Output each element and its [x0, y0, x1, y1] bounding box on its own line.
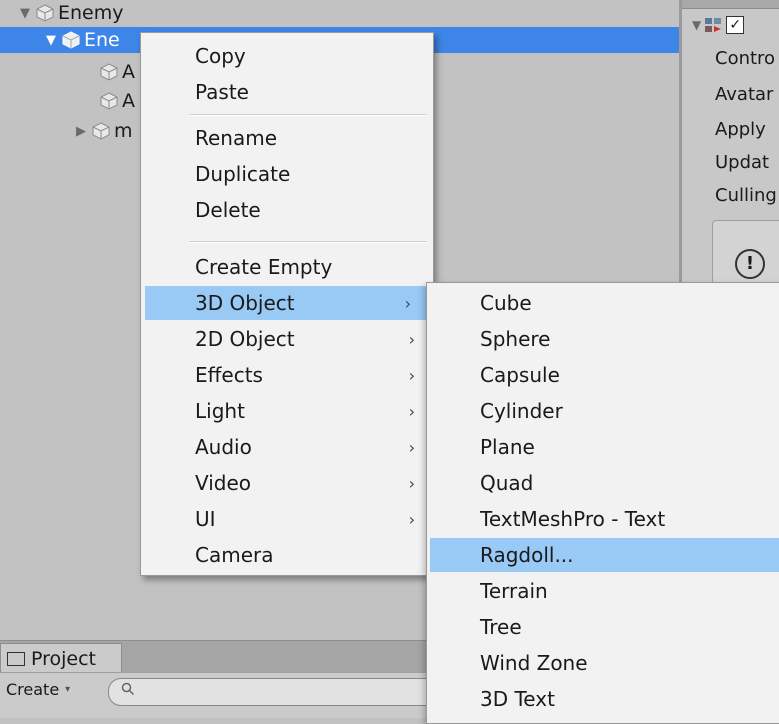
submenu-item-textmeshpro-text[interactable]: TextMeshPro - Text — [427, 502, 779, 536]
create-label: Create — [6, 680, 60, 699]
menu-item-3d-object[interactable]: 3D Object › — [145, 286, 429, 320]
menu-item-paste[interactable]: Paste — [141, 75, 433, 109]
project-search-input[interactable] — [108, 678, 440, 706]
inspector-field-label: Contro — [715, 48, 776, 69]
hierarchy-item-enemy-root[interactable]: ▼ Enemy — [18, 0, 124, 26]
inspector-header — [682, 0, 779, 9]
submenu-arrow-icon: › — [408, 509, 415, 529]
component-enabled-checkbox[interactable]: ✓ — [726, 16, 745, 34]
context-menu: Copy Paste Rename Duplicate Delete Creat… — [140, 32, 434, 576]
menu-item-label: Light — [195, 399, 245, 423]
hierarchy-item-label: A — [122, 61, 135, 83]
dropdown-arrow-icon: ▾ — [65, 684, 71, 695]
create-dropdown-button[interactable]: Create ▾ — [6, 680, 70, 699]
menu-item-label: Terrain — [480, 579, 548, 603]
hierarchy-item-child-m[interactable]: ▶ m — [74, 118, 133, 144]
submenu-arrow-icon: › — [408, 401, 415, 421]
menu-item-audio[interactable]: Audio › — [141, 430, 433, 464]
tab-project[interactable]: Project — [0, 643, 122, 673]
menu-item-label: Ragdoll... — [480, 543, 574, 567]
menu-item-camera[interactable]: Camera — [141, 538, 433, 572]
inspector-field-label: Avatar — [715, 84, 774, 105]
menu-item-light[interactable]: Light › — [141, 394, 433, 428]
gameobject-cube-icon — [100, 92, 118, 110]
menu-item-label: Copy — [195, 44, 246, 68]
menu-item-2d-object[interactable]: 2D Object › — [141, 322, 433, 356]
menu-item-video[interactable]: Video › — [141, 466, 433, 500]
menu-item-label: Paste — [195, 80, 249, 104]
hierarchy-item-label: Enemy — [58, 2, 124, 24]
menu-item-label: 3D Text — [480, 687, 555, 711]
hierarchy-item-child-a2[interactable]: A — [96, 88, 135, 114]
menu-item-label: Tree — [480, 615, 522, 639]
submenu-item-sphere[interactable]: Sphere — [427, 322, 779, 356]
search-icon — [121, 682, 135, 700]
menu-separator — [189, 114, 427, 116]
menu-item-label: Video — [195, 471, 252, 495]
gameobject-cube-icon — [100, 63, 118, 81]
menu-item-delete[interactable]: Delete — [141, 193, 433, 227]
submenu-item-plane[interactable]: Plane — [427, 430, 779, 464]
menu-item-ui[interactable]: UI › — [141, 502, 433, 536]
gameobject-cube-icon — [62, 31, 80, 49]
gameobject-cube-icon — [92, 122, 110, 140]
menu-item-label: TextMeshPro - Text — [480, 507, 666, 531]
info-warning-icon: ! — [735, 249, 765, 279]
submenu-arrow-icon: › — [408, 473, 415, 493]
submenu-arrow-icon: › — [404, 293, 411, 313]
tab-label: Project — [31, 647, 97, 670]
inspector-field-label: Apply — [715, 119, 766, 140]
menu-item-create-empty[interactable]: Create Empty — [141, 250, 433, 284]
menu-item-rename[interactable]: Rename — [141, 121, 433, 155]
menu-item-label: Cylinder — [480, 399, 563, 423]
submenu-3d-object: Cube Sphere Capsule Cylinder Plane Quad … — [426, 282, 779, 724]
menu-separator — [189, 241, 427, 243]
menu-item-label: Wind Zone — [480, 651, 588, 675]
submenu-arrow-icon: › — [408, 329, 415, 349]
menu-item-label: Cube — [480, 291, 532, 315]
submenu-item-cylinder[interactable]: Cylinder — [427, 394, 779, 428]
submenu-item-wind-zone[interactable]: Wind Zone — [427, 646, 779, 680]
foldout-collapsed-icon[interactable]: ▶ — [74, 124, 88, 139]
hierarchy-item-label: m — [114, 120, 133, 142]
menu-item-label: 2D Object — [195, 327, 295, 351]
menu-item-label: Plane — [480, 435, 535, 459]
menu-item-label: Capsule — [480, 363, 560, 387]
hierarchy-item-label: Ene — [84, 29, 120, 51]
menu-item-label: Rename — [195, 126, 278, 150]
submenu-item-terrain[interactable]: Terrain — [427, 574, 779, 608]
menu-item-label: Quad — [480, 471, 534, 495]
menu-item-label: Audio — [195, 435, 252, 459]
menu-item-label: Effects — [195, 363, 263, 387]
menu-item-label: Duplicate — [195, 162, 291, 186]
inspector-field-label: Updat — [715, 152, 770, 173]
foldout-expanded-icon[interactable]: ▼ — [692, 18, 701, 32]
submenu-item-ragdoll[interactable]: Ragdoll... — [430, 538, 779, 572]
submenu-item-tree[interactable]: Tree — [427, 610, 779, 644]
submenu-item-quad[interactable]: Quad — [427, 466, 779, 500]
menu-item-effects[interactable]: Effects › — [141, 358, 433, 392]
hierarchy-item-label: A — [122, 90, 135, 112]
menu-item-label: Camera — [195, 543, 274, 567]
menu-item-copy[interactable]: Copy — [141, 39, 433, 73]
submenu-item-capsule[interactable]: Capsule — [427, 358, 779, 392]
submenu-arrow-icon: › — [408, 365, 415, 385]
submenu-item-3d-text[interactable]: 3D Text — [427, 682, 779, 716]
menu-item-label: UI — [195, 507, 216, 531]
animator-icon — [704, 16, 722, 34]
folder-icon — [7, 651, 25, 666]
menu-item-label: Create Empty — [195, 255, 333, 279]
animator-component-header[interactable]: ▼ ✓ — [692, 16, 745, 34]
foldout-expanded-icon[interactable]: ▼ — [18, 6, 32, 21]
submenu-arrow-icon: › — [408, 437, 415, 457]
hierarchy-item-child-a1[interactable]: A — [96, 59, 135, 85]
menu-item-label: Sphere — [480, 327, 551, 351]
inspector-field-label: Culling — [715, 185, 777, 206]
menu-item-label: Delete — [195, 198, 261, 222]
foldout-expanded-icon[interactable]: ▼ — [44, 33, 58, 48]
submenu-item-cube[interactable]: Cube — [427, 286, 779, 320]
menu-item-label: 3D Object — [195, 291, 295, 315]
menu-item-duplicate[interactable]: Duplicate — [141, 157, 433, 191]
gameobject-cube-icon — [36, 4, 54, 22]
